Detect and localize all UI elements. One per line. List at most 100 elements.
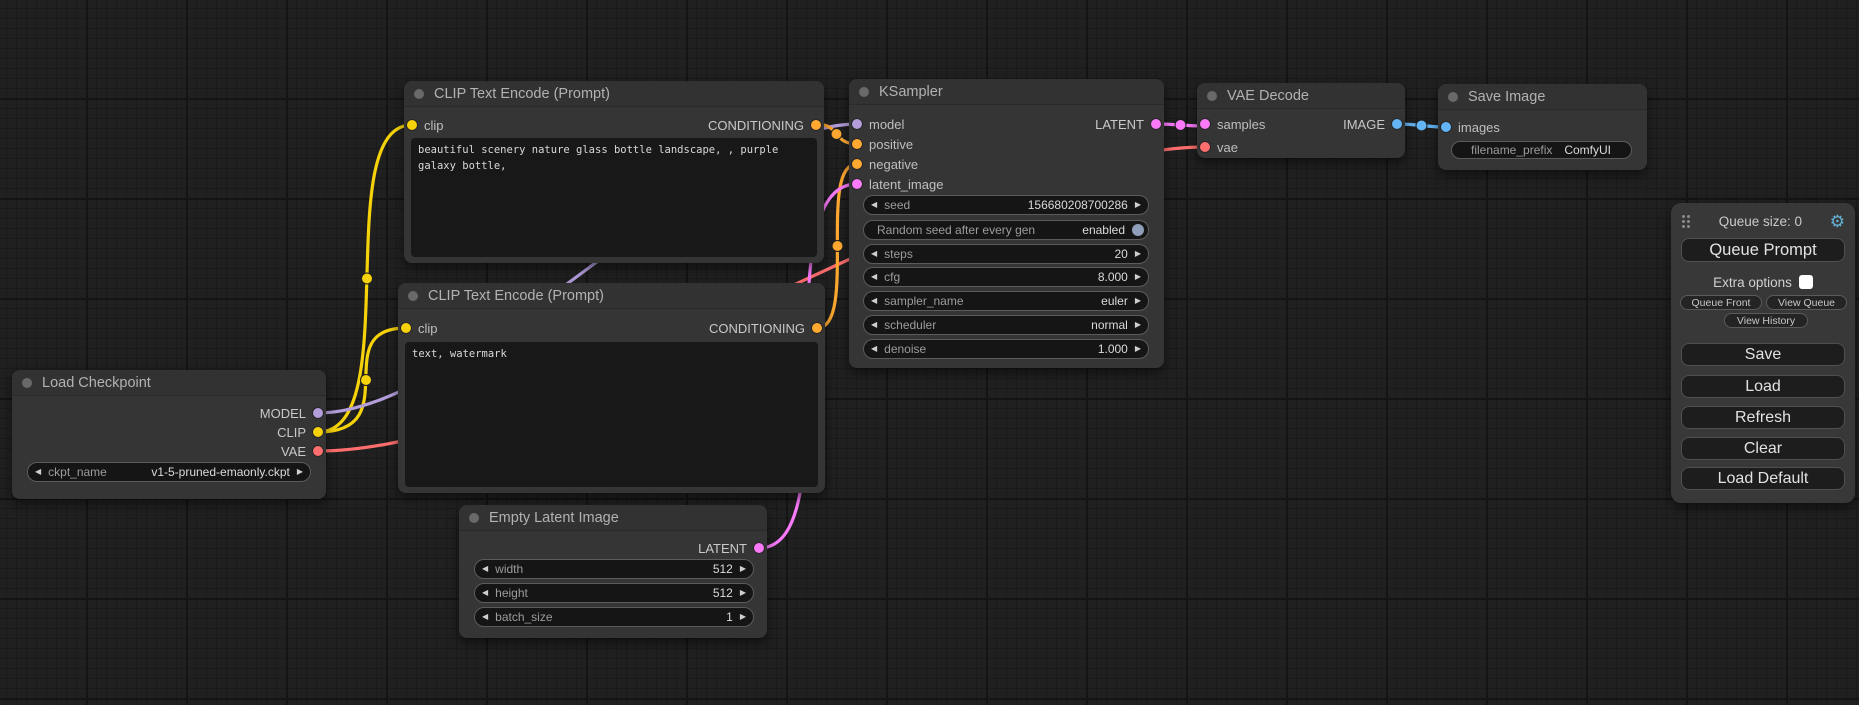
width-widget[interactable]: ◀ width 512 ▶ [474,559,754,579]
stepper-right-icon[interactable]: ▶ [290,468,310,476]
samples-input-port[interactable] [1200,119,1210,129]
stepper-left-icon[interactable]: ◀ [864,273,884,281]
stepper-left-icon[interactable]: ◀ [28,468,48,476]
prompt-textarea[interactable]: beautiful scenery nature glass bottle la… [411,138,817,257]
stepper-right-icon[interactable]: ▶ [1128,297,1148,305]
collapse-dot-icon[interactable] [1448,92,1458,102]
vae-output-port[interactable] [313,446,323,456]
output-label: MODEL [260,406,306,421]
load-button[interactable]: Load [1681,375,1845,398]
stepper-right-icon[interactable]: ▶ [1128,201,1148,209]
stepper-left-icon[interactable]: ◀ [475,589,495,597]
node-vae-decode[interactable]: VAE Decode samples IMAGE vae [1197,83,1405,158]
node-title-bar[interactable]: Save Image [1438,84,1647,110]
node-clip-text-encode-positive[interactable]: CLIP Text Encode (Prompt) clip CONDITION… [404,81,824,263]
queue-front-button[interactable]: Queue Front [1680,295,1762,310]
denoise-widget[interactable]: ◀ denoise 1.000 ▶ [863,339,1149,359]
stepper-right-icon[interactable]: ▶ [733,565,753,573]
stepper-right-icon[interactable]: ▶ [1128,345,1148,353]
node-title-bar[interactable]: VAE Decode [1197,83,1405,109]
extra-options-checkbox[interactable] [1799,275,1813,289]
drag-handle-icon[interactable] [1681,214,1691,229]
clear-button[interactable]: Clear [1681,437,1845,460]
stepper-right-icon[interactable]: ▶ [733,589,753,597]
port-row: clip CONDITIONING [404,115,824,135]
refresh-button[interactable]: Refresh [1681,406,1845,429]
cfg-widget[interactable]: ◀ cfg 8.000 ▶ [863,267,1149,287]
node-title-bar[interactable]: CLIP Text Encode (Prompt) [404,81,824,107]
seed-toggle-dot[interactable] [1132,224,1144,236]
port-row: model LATENT [849,114,1164,134]
view-history-button[interactable]: View History [1724,313,1808,328]
save-button[interactable]: Save [1681,343,1845,366]
input-label: positive [869,137,913,152]
conditioning-output-port[interactable] [811,120,821,130]
stepper-right-icon[interactable]: ▶ [1128,321,1148,329]
stepper-left-icon[interactable]: ◀ [864,345,884,353]
negative-input-port[interactable] [852,159,862,169]
node-title-bar[interactable]: Load Checkpoint [12,370,326,396]
stepper-right-icon[interactable]: ▶ [733,613,753,621]
view-queue-button[interactable]: View Queue [1766,295,1847,310]
filename-prefix-widget[interactable]: filename_prefix ComfyUI [1451,141,1632,159]
batch-size-widget[interactable]: ◀ batch_size 1 ▶ [474,607,754,627]
load-default-button[interactable]: Load Default [1681,467,1845,490]
prompt-textarea[interactable]: text, watermark [405,342,818,487]
vae-input-port[interactable] [1200,142,1210,152]
node-title-bar[interactable]: KSampler [849,79,1164,105]
image-output-port[interactable] [1392,119,1402,129]
collapse-dot-icon[interactable] [469,513,479,523]
model-input-port[interactable] [852,119,862,129]
stepper-left-icon[interactable]: ◀ [864,250,884,258]
output-label: CONDITIONING [708,118,804,133]
stepper-left-icon[interactable]: ◀ [864,201,884,209]
images-input-port[interactable] [1441,122,1451,132]
node-save-image[interactable]: Save Image images filename_prefix ComfyU… [1438,84,1647,170]
ckpt-name-widget[interactable]: ◀ ckpt_name v1-5-pruned-emaonly.ckpt ▶ [27,462,311,482]
output-row: CLIP [12,422,326,442]
queue-panel: Queue size: 0 ⚙ Queue Prompt Extra optio… [1671,203,1855,503]
stepper-left-icon[interactable]: ◀ [864,321,884,329]
clip-input-port[interactable] [407,120,417,130]
node-load-checkpoint[interactable]: Load Checkpoint MODEL CLIP VAE ◀ ckpt_na… [12,370,326,499]
positive-input-port[interactable] [852,139,862,149]
node-ksampler[interactable]: KSampler model LATENT positive negative … [849,79,1164,368]
stepper-left-icon[interactable]: ◀ [475,613,495,621]
stepper-right-icon[interactable]: ▶ [1128,250,1148,258]
node-clip-text-encode-negative[interactable]: CLIP Text Encode (Prompt) clip CONDITION… [398,283,825,493]
latent-image-input-port[interactable] [852,179,862,189]
node-title-bar[interactable]: CLIP Text Encode (Prompt) [398,283,825,309]
node-empty-latent-image[interactable]: Empty Latent Image LATENT ◀ width 512 ▶ … [459,505,767,638]
node-graph-canvas[interactable]: Load Checkpoint MODEL CLIP VAE ◀ ckpt_na… [0,0,1859,705]
stepper-left-icon[interactable]: ◀ [864,297,884,305]
steps-widget[interactable]: ◀ steps 20 ▶ [863,244,1149,264]
clip-input-port[interactable] [401,323,411,333]
collapse-dot-icon[interactable] [859,87,869,97]
scheduler-widget[interactable]: ◀ scheduler normal ▶ [863,315,1149,335]
sampler-name-widget[interactable]: ◀ sampler_name euler ▶ [863,291,1149,311]
node-title-bar[interactable]: Empty Latent Image [459,505,767,531]
gear-icon[interactable]: ⚙ [1830,213,1845,230]
latent-output-port[interactable] [1151,119,1161,129]
random-seed-toggle-widget[interactable]: Random seed after every gen enabled [863,220,1149,240]
latent-output-port[interactable] [754,543,764,553]
queue-prompt-button[interactable]: Queue Prompt [1681,238,1845,262]
stepper-right-icon[interactable]: ▶ [1128,273,1148,281]
seed-widget[interactable]: ◀ seed 156680208700286 ▶ [863,195,1149,215]
widget-label: Random seed after every gen [877,223,1035,237]
collapse-dot-icon[interactable] [408,291,418,301]
model-output-port[interactable] [313,408,323,418]
collapse-dot-icon[interactable] [22,378,32,388]
stepper-left-icon[interactable]: ◀ [475,565,495,573]
port-row: clip CONDITIONING [398,318,825,338]
height-widget[interactable]: ◀ height 512 ▶ [474,583,754,603]
widget-value: 1.000 [1098,342,1128,356]
collapse-dot-icon[interactable] [1207,91,1217,101]
queue-size-label: Queue size: 0 [1691,214,1830,229]
queue-panel-header: Queue size: 0 ⚙ [1671,209,1855,233]
clip-output-port[interactable] [313,427,323,437]
widget-value: normal [1091,318,1128,332]
collapse-dot-icon[interactable] [414,89,424,99]
conditioning-output-port[interactable] [812,323,822,333]
input-label: samples [1217,117,1265,132]
